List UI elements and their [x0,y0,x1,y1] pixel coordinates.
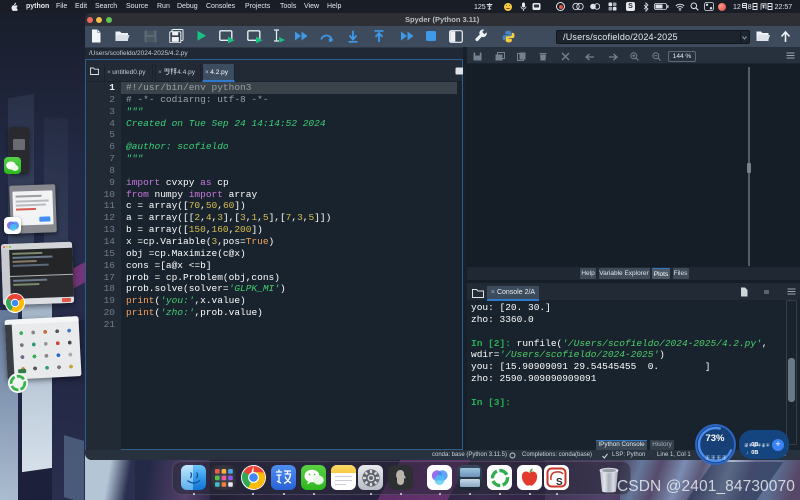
svg-text:S: S [556,477,563,488]
